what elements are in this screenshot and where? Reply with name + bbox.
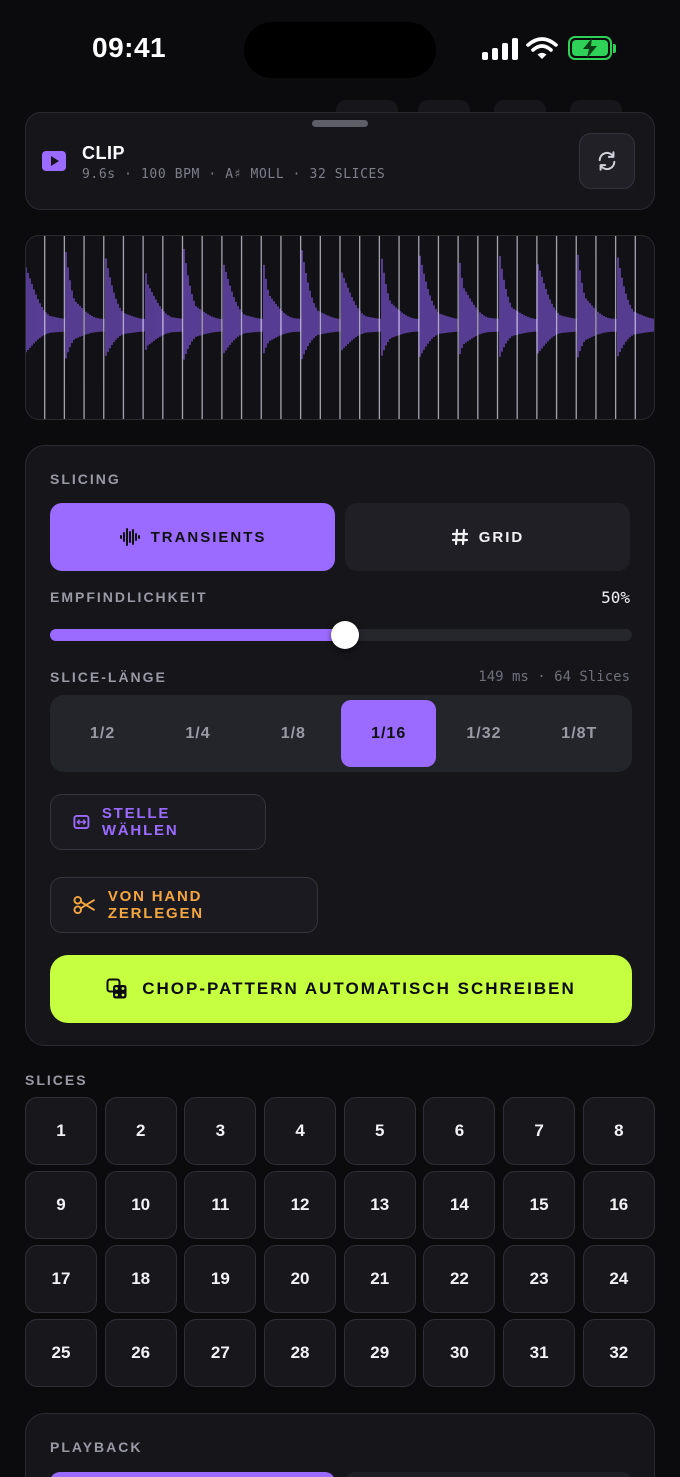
slice-pad[interactable]: 26 (104, 1319, 177, 1387)
playback-panel: PLAYBACK (25, 1413, 655, 1477)
slice-pad[interactable]: 29 (343, 1319, 416, 1387)
slice-pad[interactable]: 7 (503, 1097, 576, 1165)
signal-icon (482, 38, 518, 60)
manual-chop-button[interactable]: VON HAND ZERLEGEN (50, 877, 318, 933)
slice-pad-grid: 1 2 3 4 5 6 7 8 9 10 11 12 13 14 15 16 17 18 19 20 21 22 23 24 2… (25, 1097, 655, 1387)
slice-pad[interactable]: 13 (343, 1171, 416, 1239)
pick-position-label: STELLE WÄHLEN (101, 805, 179, 839)
slice-pad[interactable]: 25 (25, 1319, 97, 1387)
slider-fill (50, 629, 341, 641)
mode-transients-label: TRANSIENTS (150, 528, 267, 546)
slice-pad[interactable]: 15 (503, 1171, 576, 1239)
pick-position-button[interactable]: STELLE WÄHLEN (50, 794, 266, 850)
sheet-grabber[interactable] (312, 120, 368, 127)
mode-grid-label: GRID (478, 528, 525, 546)
hash-icon (451, 528, 468, 546)
slice-pad[interactable]: 18 (104, 1245, 177, 1313)
slice-pad[interactable]: 6 (423, 1097, 496, 1165)
slice-pad[interactable]: 24 (582, 1245, 655, 1313)
slider-thumb[interactable] (331, 621, 359, 649)
sensitivity-value: 50% (601, 588, 630, 607)
slice-length-option[interactable]: 1/8T (532, 700, 627, 767)
manual-chop-label: VON HAND ZERLEGEN (107, 888, 204, 922)
slice-pad[interactable]: 21 (343, 1245, 416, 1313)
clip-title: CLIP (82, 143, 126, 163)
slice-pad[interactable]: 4 (264, 1097, 337, 1165)
wifi-icon (526, 37, 558, 59)
clip-meta: 9.6s · 100 BPM · A♯ MOLL · 32 SLICES (82, 167, 386, 182)
slice-length-info: 149 ms · 64 Slices (478, 669, 630, 685)
slice-pad[interactable]: 19 (184, 1245, 257, 1313)
slice-pad[interactable]: 8 (582, 1097, 655, 1165)
slice-pad[interactable]: 22 (423, 1245, 496, 1313)
battery-tip (613, 44, 616, 53)
slice-pad[interactable]: 11 (184, 1171, 257, 1239)
slice-length-label: SLICE-LÄNGE (50, 669, 167, 685)
slices-section-label: SLICES (25, 1072, 88, 1088)
refresh-button[interactable] (579, 133, 635, 189)
slice-pad[interactable]: 31 (503, 1319, 576, 1387)
slice-pad[interactable]: 14 (423, 1171, 496, 1239)
slice-pad[interactable]: 23 (503, 1245, 576, 1313)
waveform (26, 236, 654, 419)
mode-transients-button[interactable]: TRANSIENTS (50, 503, 335, 571)
play-clip-icon[interactable] (42, 151, 66, 171)
slice-pad[interactable]: 17 (25, 1245, 97, 1313)
mode-grid-button[interactable]: GRID (345, 503, 630, 571)
range-select-icon (73, 814, 90, 830)
slice-pad[interactable]: 5 (343, 1097, 416, 1165)
slice-length-option[interactable]: 1/32 (436, 700, 531, 767)
slice-pad[interactable]: 1 (25, 1097, 97, 1165)
slice-pad[interactable]: 9 (25, 1171, 97, 1239)
slice-length-option[interactable]: 1/16 (340, 700, 437, 767)
slicing-section-label: SLICING (50, 471, 121, 487)
slice-pad[interactable]: 12 (264, 1171, 337, 1239)
slice-pad[interactable]: 16 (582, 1171, 655, 1239)
auto-chop-pattern-button[interactable]: CHOP-PATTERN AUTOMATISCH SCHREIBEN (50, 955, 632, 1023)
dynamic-island (244, 22, 436, 78)
waveform-icon (119, 528, 140, 546)
charging-bolt-icon (583, 38, 597, 58)
slice-pad[interactable]: 27 (184, 1319, 257, 1387)
playback-option[interactable] (345, 1472, 632, 1477)
slice-length-selector: 1/2 1/4 1/8 1/16 1/32 1/8T (50, 695, 632, 772)
slice-pad[interactable]: 3 (184, 1097, 257, 1165)
slice-pad[interactable]: 30 (423, 1319, 496, 1387)
slicing-panel: SLICING TRANSIENTS GRID EMPFINDLICHKEIT … (25, 445, 655, 1046)
slice-pad[interactable]: 2 (104, 1097, 177, 1165)
auto-chop-pattern-label: CHOP-PATTERN AUTOMATISCH SCHREIBEN (142, 979, 576, 998)
status-time: 09:41 (92, 32, 167, 63)
playback-option-active[interactable] (50, 1472, 335, 1477)
sensitivity-label: EMPFINDLICHKEIT (50, 589, 208, 605)
refresh-icon (598, 151, 616, 171)
slice-length-option[interactable]: 1/2 (55, 700, 150, 767)
slice-length-option[interactable]: 1/8 (246, 700, 341, 767)
slice-pad[interactable]: 10 (104, 1171, 177, 1239)
dice-icon (106, 978, 127, 999)
sensitivity-slider[interactable] (50, 621, 632, 649)
slice-length-option[interactable]: 1/4 (150, 700, 245, 767)
slice-pad[interactable]: 28 (264, 1319, 337, 1387)
slice-pad[interactable]: 20 (264, 1245, 337, 1313)
scissors-icon (73, 895, 95, 915)
playback-section-label: PLAYBACK (50, 1439, 143, 1455)
waveform-view[interactable] (25, 235, 655, 420)
slice-pad[interactable]: 32 (582, 1319, 655, 1387)
